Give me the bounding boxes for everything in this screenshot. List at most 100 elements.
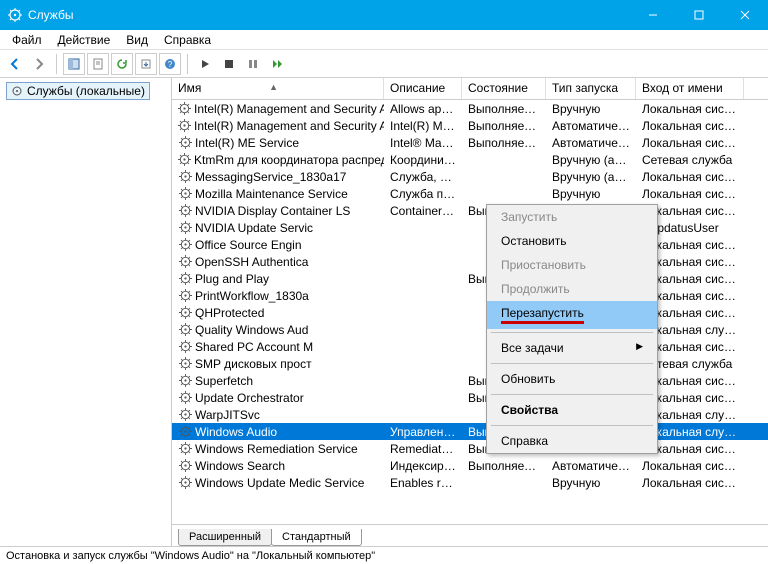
table-row[interactable]: PrintWorkflow_1830aВручнуюЛокальная сис… xyxy=(172,287,768,304)
help-button[interactable]: ? xyxy=(159,53,181,75)
pause-button[interactable] xyxy=(242,53,264,75)
restart-button[interactable] xyxy=(266,53,288,75)
service-name: Office Source Engin xyxy=(195,238,302,252)
close-button[interactable] xyxy=(722,0,768,30)
ctx-all-tasks[interactable]: Все задачи▶ xyxy=(487,336,657,360)
grid-header: Имя▲ Описание Состояние Тип запуска Вход… xyxy=(172,78,768,100)
ctx-properties[interactable]: Свойства xyxy=(487,398,657,422)
service-desc: Intel® Ma… xyxy=(384,136,462,150)
context-menu: Запустить Остановить Приостановить Продо… xyxy=(486,204,658,454)
service-start: Вручную xyxy=(546,187,636,201)
refresh-button[interactable] xyxy=(111,53,133,75)
table-row[interactable]: Intel(R) Management and Security Ap…Inte… xyxy=(172,117,768,134)
table-row[interactable]: Office Source EnginВручнуюЛокальная сис… xyxy=(172,236,768,253)
menu-action[interactable]: Действие xyxy=(50,31,119,49)
ctx-refresh[interactable]: Обновить xyxy=(487,367,657,391)
service-name: WarpJITSvc xyxy=(195,408,260,422)
table-row[interactable]: Windows SearchИндексир…ВыполняетсяАвтома… xyxy=(172,457,768,474)
menu-view[interactable]: Вид xyxy=(118,31,156,49)
minimize-button[interactable] xyxy=(630,0,676,30)
service-name: Windows Search xyxy=(195,459,285,473)
forward-button[interactable] xyxy=(28,53,50,75)
stop-button[interactable] xyxy=(218,53,240,75)
view-tabs: Расширенный Стандартный xyxy=(172,524,768,546)
show-hide-button[interactable] xyxy=(63,53,85,75)
column-description[interactable]: Описание xyxy=(384,78,462,99)
ctx-start[interactable]: Запустить xyxy=(487,205,657,229)
service-state: Выполняется xyxy=(462,102,546,116)
service-desc: Служба, о… xyxy=(384,170,462,184)
service-start: Вручную xyxy=(546,476,636,490)
properties-button[interactable] xyxy=(87,53,109,75)
table-row[interactable]: Windows AudioУправлен…ВыполняетсяАвтомат… xyxy=(172,423,768,440)
service-name: Windows Audio xyxy=(195,425,277,439)
back-button[interactable] xyxy=(4,53,26,75)
ctx-separator xyxy=(491,332,653,333)
service-icon xyxy=(178,374,192,388)
service-start: Автоматиче… xyxy=(546,136,636,150)
table-row[interactable]: Plug and PlayВыполняетсяВручнуюЛокальная… xyxy=(172,270,768,287)
service-name: NVIDIA Update Servic xyxy=(195,221,313,235)
service-icon xyxy=(178,476,192,490)
table-row[interactable]: QHProtectedАвтоматиче…Локальная сис… xyxy=(172,304,768,321)
services-icon xyxy=(8,8,22,22)
tab-extended[interactable]: Расширенный xyxy=(178,529,272,546)
table-row[interactable]: Windows Update Medic ServiceEnables re…В… xyxy=(172,474,768,491)
export-button[interactable] xyxy=(135,53,157,75)
service-name: NVIDIA Display Container LS xyxy=(195,204,350,218)
column-name[interactable]: Имя▲ xyxy=(172,78,384,99)
service-name: Quality Windows Aud xyxy=(195,323,308,337)
ctx-restart[interactable]: Перезапустить xyxy=(487,301,657,329)
table-row[interactable]: Intel(R) ME ServiceIntel® Ma…Выполняется… xyxy=(172,134,768,151)
ctx-help[interactable]: Справка xyxy=(487,429,657,453)
service-icon xyxy=(178,136,192,150)
service-logon: Локальная сис… xyxy=(636,119,744,133)
column-state[interactable]: Состояние xyxy=(462,78,546,99)
service-desc: Container … xyxy=(384,204,462,218)
service-icon xyxy=(178,272,192,286)
table-row[interactable]: WarpJITSvcВручную (ак…Локальная слу… xyxy=(172,406,768,423)
table-row[interactable]: KtmRm для координатора распреде…Координи… xyxy=(172,151,768,168)
ctx-separator xyxy=(491,363,653,364)
services-list[interactable]: Intel(R) Management and Security Ap…Allo… xyxy=(172,100,768,524)
table-row[interactable]: OpenSSH AuthenticaОтключенаЛокальная сис… xyxy=(172,253,768,270)
table-row[interactable]: Shared PC Account MОтключенаЛокальная си… xyxy=(172,338,768,355)
titlebar: Службы xyxy=(0,0,768,30)
service-desc: Служба п… xyxy=(384,187,462,201)
table-row[interactable]: Intel(R) Management and Security Ap…Allo… xyxy=(172,100,768,117)
status-bar: Остановка и запуск службы "Windows Audio… xyxy=(0,546,768,564)
table-row[interactable]: Update OrchestratorВыполняетсяАвтоматиче… xyxy=(172,389,768,406)
service-icon xyxy=(178,119,191,133)
service-start: Вручную (ак… xyxy=(546,153,636,167)
service-icon xyxy=(178,187,192,201)
play-button[interactable] xyxy=(194,53,216,75)
service-name: OpenSSH Authentica xyxy=(195,255,308,269)
table-row[interactable]: SuperfetchВыполняетсяАвтоматиче…Локальна… xyxy=(172,372,768,389)
ctx-resume[interactable]: Продолжить xyxy=(487,277,657,301)
menu-file[interactable]: Файл xyxy=(4,31,50,49)
submenu-arrow-icon: ▶ xyxy=(636,341,643,352)
service-icon xyxy=(178,425,192,439)
service-icon xyxy=(178,153,191,167)
service-icon xyxy=(178,408,192,422)
table-row[interactable]: Windows Remediation ServiceRemediate…Вып… xyxy=(172,440,768,457)
table-row[interactable]: MessagingService_1830a17Служба, о…Вручну… xyxy=(172,168,768,185)
service-desc: Remediate… xyxy=(384,442,462,456)
table-row[interactable]: Quality Windows AudВручнуюЛокальная слу… xyxy=(172,321,768,338)
maximize-button[interactable] xyxy=(676,0,722,30)
column-logon[interactable]: Вход от имени xyxy=(636,78,744,99)
table-row[interactable]: NVIDIA Display Container LSContainer …Вы… xyxy=(172,202,768,219)
ctx-pause[interactable]: Приостановить xyxy=(487,253,657,277)
table-row[interactable]: NVIDIA Update ServicВручную.\UpdatusUser xyxy=(172,219,768,236)
service-desc: Индексир… xyxy=(384,459,462,473)
tree-root-services[interactable]: Службы (локальные) xyxy=(6,82,150,100)
window-title: Службы xyxy=(28,8,73,22)
column-startup[interactable]: Тип запуска xyxy=(546,78,636,99)
menu-help[interactable]: Справка xyxy=(156,31,219,49)
ctx-stop[interactable]: Остановить xyxy=(487,229,657,253)
table-row[interactable]: SMP дисковых простВручнуюСетевая служба xyxy=(172,355,768,372)
table-row[interactable]: Mozilla Maintenance ServiceСлужба п…Вруч… xyxy=(172,185,768,202)
tab-standard[interactable]: Стандартный xyxy=(271,529,362,546)
service-start: Вручную (ак… xyxy=(546,170,636,184)
service-start: Автоматиче… xyxy=(546,459,636,473)
